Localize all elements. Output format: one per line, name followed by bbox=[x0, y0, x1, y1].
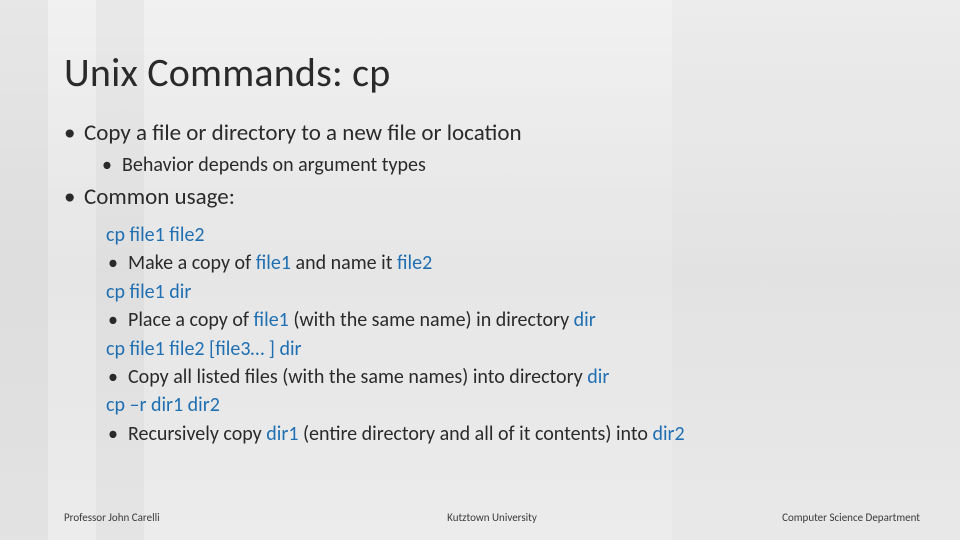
sub-bullet-list: Behavior depends on argument types bbox=[102, 153, 896, 177]
bullet-text: Copy a file or directory to a new file o… bbox=[84, 119, 522, 147]
desc-cp-recursive: Recursively copy dir1 (entire directory … bbox=[106, 420, 896, 448]
desc-cp-file-file: Make a copy of file1 and name it file2 bbox=[106, 249, 896, 277]
bullet-list: Copy a file or directory to a new file o… bbox=[64, 119, 896, 211]
command-cp-multi-dir: cp file1 file2 [file3… ] dir bbox=[106, 335, 896, 363]
desc-text: (entire directory and all of it contents… bbox=[298, 422, 652, 446]
arg-dir: dir bbox=[574, 308, 596, 332]
bullet-common-usage: Common usage: bbox=[64, 183, 896, 211]
arg-file1: file1 bbox=[254, 308, 289, 332]
footer-university: Kutztown University bbox=[447, 511, 537, 524]
arg-dir1: dir1 bbox=[266, 422, 298, 446]
bullet-copy-description: Copy a file or directory to a new file o… bbox=[64, 119, 896, 177]
bullet-text: Common usage: bbox=[84, 183, 235, 211]
arg-file1: file1 bbox=[256, 251, 291, 275]
page-title: Unix Commands: cp bbox=[64, 48, 896, 97]
footer-author: Professor John Carelli bbox=[64, 511, 160, 524]
usage-block: cp file1 file2 Make a copy of file1 and … bbox=[106, 221, 896, 448]
footer: Professor John Carelli Kutztown Universi… bbox=[64, 511, 920, 524]
arg-file2: file2 bbox=[397, 251, 432, 275]
footer-department: Computer Science Department bbox=[782, 511, 920, 524]
desc-text: Make a copy of bbox=[128, 251, 256, 275]
desc-text: and name it bbox=[291, 251, 397, 275]
command-cp-file-dir: cp file1 dir bbox=[106, 278, 896, 306]
desc-cp-multi-dir: Copy all listed files (with the same nam… bbox=[106, 363, 896, 391]
command-cp-recursive: cp –r dir1 dir2 bbox=[106, 391, 896, 419]
bullet-behavior: Behavior depends on argument types bbox=[102, 153, 896, 177]
command-cp-file-file: cp file1 file2 bbox=[106, 221, 896, 249]
desc-text: Place a copy of bbox=[128, 308, 254, 332]
arg-dir2: dir2 bbox=[652, 422, 684, 446]
arg-dir: dir bbox=[587, 365, 609, 389]
slide: Unix Commands: cp Copy a file or directo… bbox=[0, 0, 960, 540]
desc-text: Copy all listed files (with the same nam… bbox=[128, 365, 587, 389]
desc-cp-file-dir: Place a copy of file1 (with the same nam… bbox=[106, 306, 896, 334]
desc-text: (with the same name) in directory bbox=[289, 308, 574, 332]
desc-text: Recursively copy bbox=[128, 422, 266, 446]
